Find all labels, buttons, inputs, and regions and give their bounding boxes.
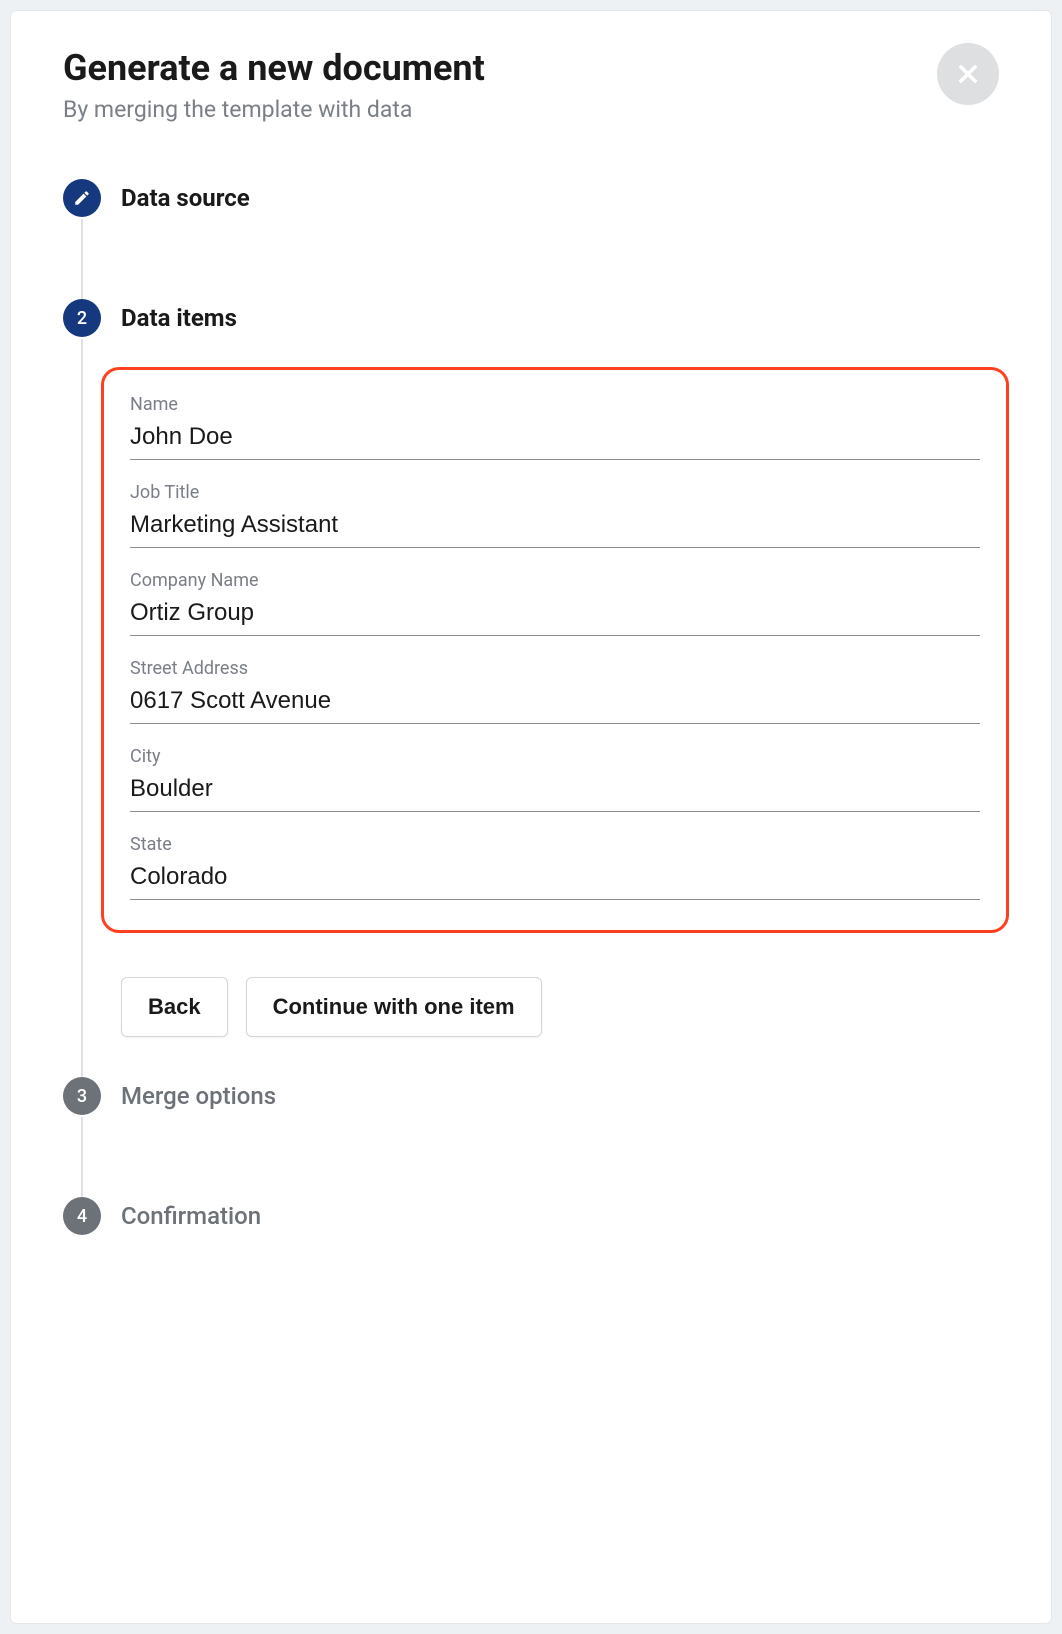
stepper: Data source 2 Data items Name Job Title xyxy=(63,179,999,1235)
form-actions: Back Continue with one item xyxy=(121,977,999,1037)
step-2-body: Name Job Title Company Name Street Addre… xyxy=(121,367,999,1077)
field-city: City xyxy=(130,746,980,812)
name-input[interactable] xyxy=(130,421,980,460)
company-name-input[interactable] xyxy=(130,597,980,636)
step-confirmation[interactable]: 4 Confirmation xyxy=(63,1197,999,1235)
field-label-name: Name xyxy=(130,394,980,415)
step-bullet-4: 4 xyxy=(63,1197,101,1235)
job-title-input[interactable] xyxy=(130,509,980,548)
close-icon xyxy=(954,60,982,88)
field-label-city: City xyxy=(130,746,980,767)
step-data-items: 2 Data items Name Job Title Company Name xyxy=(63,299,999,1077)
dialog-subtitle: By merging the template with data xyxy=(63,96,485,123)
field-state: State xyxy=(130,834,980,900)
continue-button[interactable]: Continue with one item xyxy=(246,977,542,1037)
field-label-state: State xyxy=(130,834,980,855)
city-input[interactable] xyxy=(130,773,980,812)
pencil-icon xyxy=(73,189,91,207)
close-button[interactable] xyxy=(937,43,999,105)
step-merge-options[interactable]: 3 Merge options xyxy=(63,1077,999,1197)
dialog-header: Generate a new document By merging the t… xyxy=(63,47,999,123)
street-address-input[interactable] xyxy=(130,685,980,724)
field-label-job-title: Job Title xyxy=(130,482,980,503)
dialog-title: Generate a new document xyxy=(63,47,485,90)
step-title-3: Merge options xyxy=(121,1077,999,1115)
field-street-address: Street Address xyxy=(130,658,980,724)
step-bullet-3: 3 xyxy=(63,1077,101,1115)
step-title-1: Data source xyxy=(121,179,999,217)
dialog-header-text: Generate a new document By merging the t… xyxy=(63,47,485,123)
back-button[interactable]: Back xyxy=(121,977,228,1037)
field-label-company-name: Company Name xyxy=(130,570,980,591)
field-name: Name xyxy=(130,394,980,460)
step-data-source[interactable]: Data source xyxy=(63,179,999,299)
state-input[interactable] xyxy=(130,861,980,900)
step-title-2: Data items xyxy=(121,299,999,337)
step-title-4: Confirmation xyxy=(121,1197,999,1235)
step-bullet-1 xyxy=(63,179,101,217)
field-job-title: Job Title xyxy=(130,482,980,548)
dialog-panel: Generate a new document By merging the t… xyxy=(10,10,1052,1624)
data-items-form: Name Job Title Company Name Street Addre… xyxy=(101,367,1009,933)
field-label-street-address: Street Address xyxy=(130,658,980,679)
field-company-name: Company Name xyxy=(130,570,980,636)
step-bullet-2: 2 xyxy=(63,299,101,337)
